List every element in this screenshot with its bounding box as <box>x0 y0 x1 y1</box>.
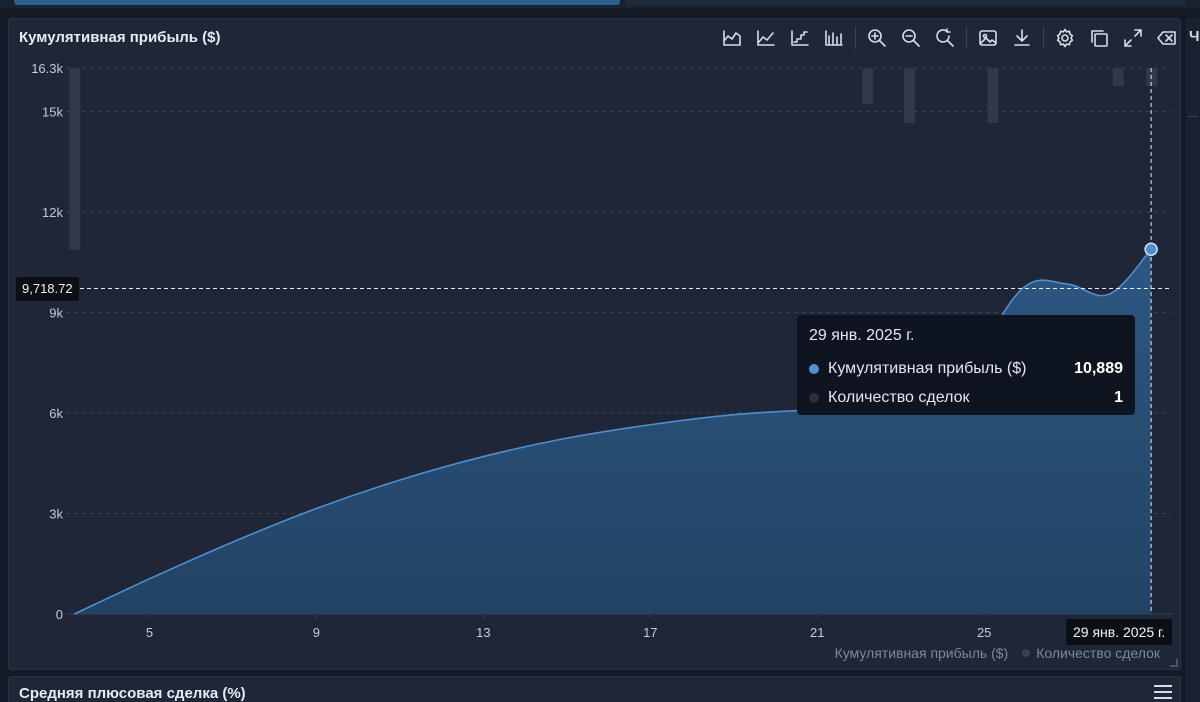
top-tab-strip <box>0 0 1200 8</box>
fullscreen-icon <box>1124 29 1142 47</box>
panel-resize-handle[interactable] <box>1170 659 1178 667</box>
right-panel-edge: Ч <box>1186 18 1200 702</box>
trade-count-bar[interactable] <box>1112 68 1124 86</box>
right-panel-title-fragment: Ч <box>1189 28 1200 45</box>
zoom-out-icon <box>902 29 920 47</box>
hovered-data-point[interactable] <box>1144 242 1158 257</box>
toolbar-separator <box>1043 27 1044 49</box>
tooltip-series-dot <box>809 363 819 374</box>
tooltip-series-value: 10,889 <box>1074 359 1123 377</box>
step-chart-button[interactable] <box>783 25 817 51</box>
avg-winning-trade-panel: Средняя плюсовая сделка (%) <box>8 676 1181 702</box>
panel-title: Кумулятивная прибыль ($) <box>19 29 221 46</box>
bar-chart-icon <box>825 30 843 46</box>
zoom-in-button[interactable] <box>860 25 894 51</box>
tooltip-row: Количество сделок 1 <box>809 383 1123 412</box>
settings-icon <box>1056 28 1074 48</box>
line-chart-button[interactable] <box>749 25 783 51</box>
y-tick-label: 6k <box>49 406 63 421</box>
clear-icon <box>1157 31 1176 45</box>
zoom-in-icon <box>868 29 886 47</box>
legend-item-trade-count[interactable]: Количество сделок <box>1022 645 1160 661</box>
cumulative-profit-area <box>74 249 1152 615</box>
y-tick-label: 3k <box>49 507 63 522</box>
step-chart-icon <box>791 30 809 46</box>
right-panel-divider <box>1188 116 1198 117</box>
x-tick-label: 5 <box>146 625 153 640</box>
bar-chart-button[interactable] <box>817 25 851 51</box>
x-tick-label: 13 <box>476 625 490 640</box>
y-tick-label: 9k <box>49 306 63 321</box>
tab-indicator-inactive[interactable] <box>626 0 1186 5</box>
crosshair-x-label: 29 янв. 2025 г. <box>1066 619 1173 645</box>
download-icon <box>1014 29 1030 46</box>
panel-title: Средняя плюсовая сделка (%) <box>19 685 246 702</box>
y-tick-label: 16.3k <box>31 61 63 76</box>
legend-item-cumulative-profit[interactable]: Кумулятивная прибыль ($) <box>835 645 1009 661</box>
reset-zoom-icon <box>936 28 954 47</box>
tooltip-series-dot <box>809 392 819 403</box>
save-image-button[interactable] <box>971 25 1005 51</box>
tooltip-series-value: 1 <box>1114 388 1123 406</box>
tooltip-series-name: Кумулятивная прибыль ($) <box>828 359 1027 377</box>
fullscreen-button[interactable] <box>1116 25 1150 51</box>
legend-label: Кумулятивная прибыль ($) <box>834 645 1009 661</box>
x-tick-label: 25 <box>977 625 991 640</box>
chart-tooltip: 29 янв. 2025 г. Кумулятивная прибыль ($)… <box>797 315 1135 415</box>
crosshair-y-label: 9,718.72 <box>16 277 79 301</box>
area-chart-icon <box>723 30 741 46</box>
download-button[interactable] <box>1005 25 1039 51</box>
legend-dot <box>1022 649 1031 657</box>
y-tick-label: 0 <box>56 607 63 622</box>
copy-icon <box>1091 30 1108 47</box>
cumulative-profit-panel: 0 3k 6k 9k 12k 15k 16.3k 5 9 13 17 21 25 Кумулятивна… <box>8 18 1181 670</box>
trade-count-bar[interactable] <box>987 68 999 123</box>
area-chart-button[interactable] <box>715 25 749 51</box>
tooltip-series-name: Количество сделок <box>828 388 970 406</box>
legend-label: Количество сделок <box>1036 645 1160 661</box>
x-tick-label: 21 <box>810 625 824 640</box>
copy-button[interactable] <box>1082 25 1116 51</box>
trade-count-bar[interactable] <box>69 68 81 250</box>
tooltip-row: Кумулятивная прибыль ($) 10,889 <box>809 354 1123 383</box>
zoom-out-button[interactable] <box>894 25 928 51</box>
clear-button[interactable] <box>1150 25 1184 51</box>
toolbar-separator <box>855 27 856 49</box>
menu-icon[interactable] <box>1154 685 1172 699</box>
toolbar-separator <box>966 27 967 49</box>
line-chart-icon <box>757 30 775 46</box>
x-tick-label: 9 <box>313 625 320 640</box>
x-tick-label: 17 <box>643 625 657 640</box>
chart-legend: Кумулятивная прибыль ($) Количество сдел… <box>821 645 1160 661</box>
tooltip-date: 29 янв. 2025 г. <box>809 327 915 344</box>
y-tick-label: 15k <box>42 105 63 120</box>
trade-count-bar[interactable] <box>862 68 874 104</box>
trade-count-bar[interactable] <box>904 68 916 123</box>
chart-toolbar <box>715 25 1184 51</box>
settings-button[interactable] <box>1048 25 1082 51</box>
tab-indicator-active[interactable] <box>14 0 620 5</box>
reset-zoom-button[interactable] <box>928 25 962 51</box>
y-tick-label: 12k <box>42 205 63 220</box>
save-image-icon <box>979 30 997 46</box>
